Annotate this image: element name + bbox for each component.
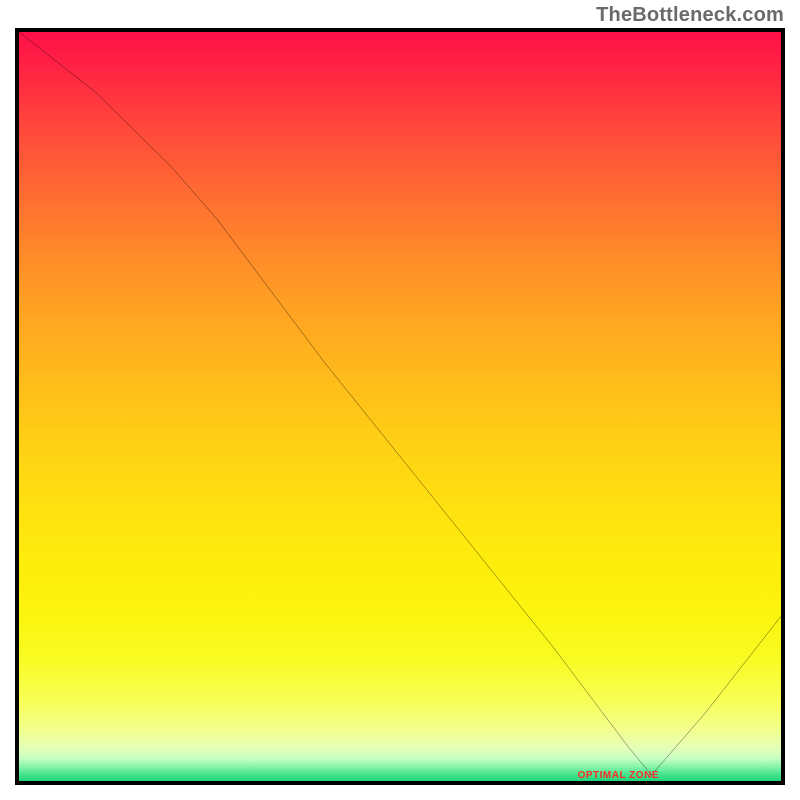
- optimal-zone-label: OPTIMAL ZONE: [578, 770, 659, 781]
- chart-line-layer: [19, 32, 781, 781]
- watermark-text: TheBottleneck.com: [596, 4, 784, 27]
- chart-area: OPTIMAL ZONE: [15, 28, 785, 785]
- chart-series-curve: [19, 32, 781, 775]
